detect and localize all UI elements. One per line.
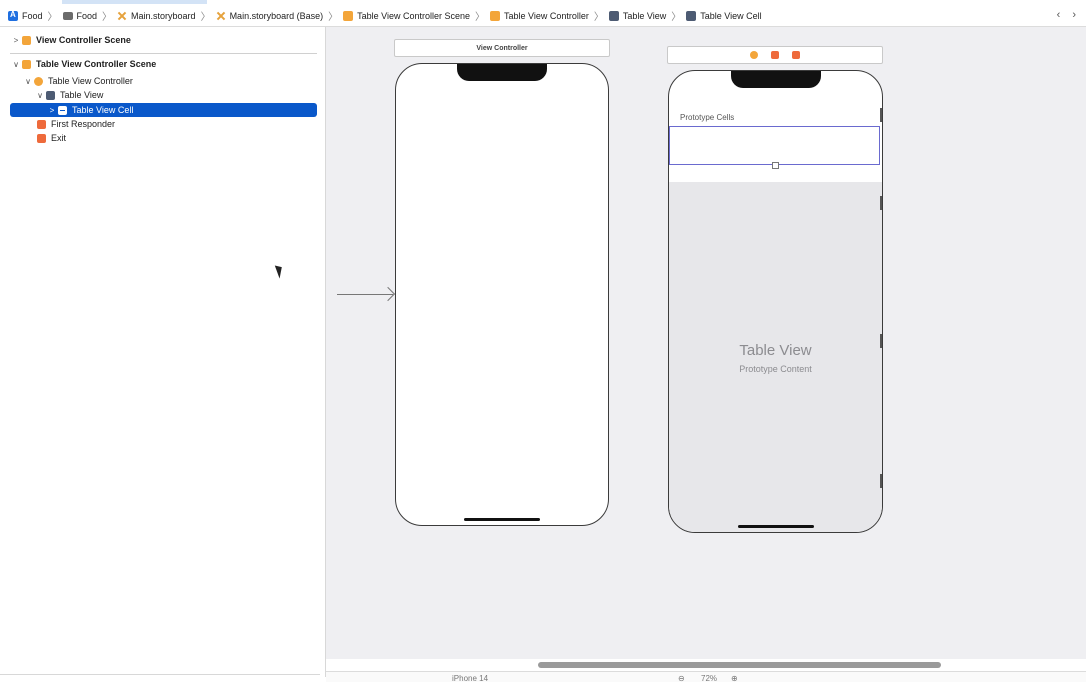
scene-icon — [343, 10, 354, 21]
prototype-cells-header: Prototype Cells — [680, 113, 735, 122]
breadcrumb-controller[interactable]: Table View Controller — [490, 10, 589, 21]
table-view-subtitle: Prototype Content — [739, 364, 812, 374]
tvc-scene-dock[interactable] — [667, 46, 883, 64]
zoom-level: 72% — [701, 674, 718, 683]
scene-icon — [22, 59, 31, 69]
zoom-out-button[interactable]: ⊖ — [678, 674, 685, 683]
device-selector[interactable]: iPhone 14 — [452, 674, 488, 683]
breadcrumb-group[interactable]: Food — [62, 11, 97, 21]
outline-item-exit[interactable]: Exit — [10, 131, 317, 145]
forward-button[interactable]: › — [1072, 9, 1076, 21]
back-button[interactable]: ‹ — [1057, 9, 1061, 21]
folder-icon — [62, 12, 73, 20]
zoom-in-button[interactable]: ⊕ — [731, 674, 738, 683]
tvc-phone-frame[interactable]: Prototype Cells Table View Prototype Con… — [668, 70, 883, 533]
storyboard-icon — [216, 11, 226, 21]
storyboard-icon — [117, 11, 127, 21]
outline-item-first-responder[interactable]: First Responder — [10, 117, 317, 131]
chevron-right-icon: 〉 — [328, 12, 339, 23]
chevron-right-icon[interactable]: > — [10, 36, 22, 45]
home-indicator — [464, 518, 540, 521]
canvas-bottom-bar: iPhone 14 ⊖ 72% ⊕ — [326, 671, 1086, 683]
device-notch — [457, 64, 547, 81]
prototype-table-cell[interactable] — [669, 126, 880, 169]
table-view-content[interactable]: Table View Prototype Content — [669, 182, 882, 532]
chevron-down-icon[interactable]: ∨ — [34, 91, 46, 100]
chevron-down-icon[interactable]: ∨ — [10, 60, 22, 69]
table-view-icon — [46, 90, 55, 100]
exit-icon — [37, 133, 46, 143]
outline-item-vc-scene[interactable]: > View Controller Scene — [10, 33, 317, 47]
vc-scene-dock[interactable]: View Controller — [394, 39, 610, 57]
chevron-right-icon[interactable]: > — [46, 106, 58, 115]
scene-icon — [22, 35, 31, 45]
view-controller-icon — [490, 10, 501, 21]
breadcrumb-file-base[interactable]: Main.storyboard (Base) — [216, 11, 324, 21]
table-cell-icon — [686, 10, 697, 21]
view-controller-icon[interactable] — [750, 51, 758, 59]
side-button — [880, 474, 882, 488]
vc-phone-frame[interactable] — [395, 63, 609, 526]
chevron-right-icon: 〉 — [671, 12, 682, 23]
jump-bar: Food 〉 Food 〉 Main.storyboard 〉 Main.sto… — [0, 5, 1086, 27]
chevron-down-icon[interactable]: ∨ — [22, 77, 34, 86]
device-notch — [730, 71, 821, 88]
outline-divider — [10, 53, 317, 54]
outline-item-tvc[interactable]: ∨ Table View Controller — [10, 74, 317, 88]
chevron-right-icon: 〉 — [47, 12, 58, 23]
breadcrumb-scene[interactable]: Table View Controller Scene — [343, 10, 470, 21]
side-button — [880, 196, 882, 210]
table-cell-icon — [58, 105, 67, 115]
view-controller-icon — [34, 76, 43, 86]
outline-item-table-cell[interactable]: > Table View Cell — [10, 103, 317, 117]
breadcrumb-table-cell[interactable]: Table View Cell — [686, 10, 762, 21]
document-outline: > View Controller Scene ∨ Table View Con… — [0, 27, 326, 677]
breadcrumb-table-view[interactable]: Table View — [608, 10, 666, 21]
nav-arrows: ‹ › — [1057, 9, 1076, 21]
tab-indicator — [62, 0, 207, 4]
chevron-right-icon: 〉 — [593, 12, 604, 23]
chevron-right-icon: 〉 — [102, 12, 113, 23]
chevron-right-icon: 〉 — [475, 12, 486, 23]
outline-item-table-view[interactable]: ∨ Table View — [10, 88, 317, 102]
breadcrumb-project[interactable]: Food — [8, 10, 43, 21]
breadcrumb: Food 〉 Food 〉 Main.storyboard 〉 Main.sto… — [0, 8, 762, 23]
horizontal-scrollbar[interactable] — [538, 662, 941, 668]
home-indicator — [737, 525, 814, 528]
resize-handle[interactable] — [772, 162, 779, 169]
breadcrumb-file[interactable]: Main.storyboard — [117, 11, 196, 21]
chevron-right-icon: 〉 — [200, 12, 211, 23]
table-view-title: Table View — [739, 342, 812, 359]
first-responder-icon[interactable] — [771, 51, 779, 59]
side-button — [880, 334, 882, 348]
app-icon — [8, 10, 18, 21]
outline-item-tvc-scene[interactable]: ∨ Table View Controller Scene — [10, 57, 317, 71]
initial-view-controller-arrow[interactable] — [337, 294, 393, 295]
table-view-icon — [608, 10, 619, 21]
first-responder-icon — [37, 119, 46, 129]
side-button — [880, 108, 882, 122]
exit-icon[interactable] — [792, 51, 800, 59]
